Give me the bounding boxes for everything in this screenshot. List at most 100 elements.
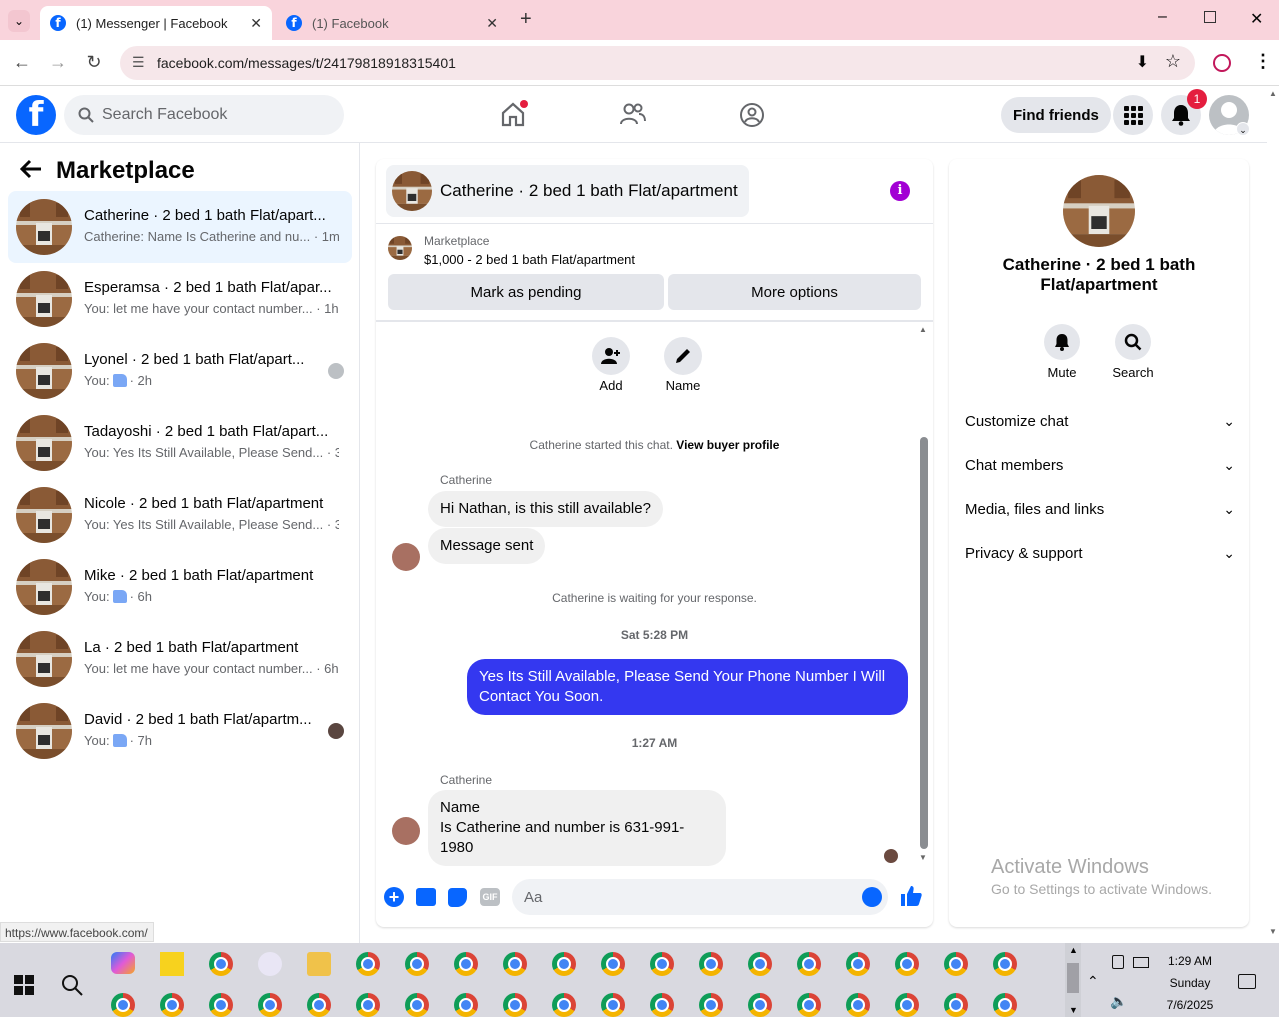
info-icon[interactable]: i <box>890 181 910 201</box>
home-icon[interactable] <box>500 100 528 127</box>
chrome-icon[interactable] <box>160 993 184 1017</box>
chrome-icon[interactable] <box>356 952 380 976</box>
chrome-icon[interactable] <box>503 952 527 976</box>
notification-center-icon[interactable] <box>1238 974 1256 989</box>
tab-list-button[interactable]: ⌄ <box>8 10 30 32</box>
chrome-icon[interactable] <box>699 952 723 976</box>
chrome-icon[interactable] <box>209 993 233 1017</box>
chrome-icon[interactable] <box>846 952 870 976</box>
more-options-button[interactable]: More options <box>668 274 921 310</box>
my-message-bubble[interactable]: Yes Its Still Available, Please Send You… <box>467 659 908 715</box>
account-chevron-icon[interactable]: ⌄ <box>1236 122 1250 136</box>
facebook-logo-icon[interactable]: f <box>16 95 56 135</box>
chrome-icon[interactable] <box>895 993 919 1017</box>
scroll-up-icon[interactable]: ▲ <box>919 325 927 334</box>
sticker-icon[interactable] <box>448 888 467 907</box>
chrome-icon[interactable] <box>552 952 576 976</box>
conversation-item[interactable]: Nicole · 2 bed 1 bath Flat/apartment You:… <box>8 479 352 551</box>
privacy-support-section[interactable]: Privacy & support ⌄ <box>965 545 1235 562</box>
volume-icon[interactable]: 🔈 <box>1110 993 1127 1010</box>
chrome-icon[interactable] <box>307 993 331 1017</box>
chat-profile-photo[interactable] <box>1063 175 1135 247</box>
message-input[interactable]: Aa <box>512 879 888 915</box>
show-hidden-icons-icon[interactable]: ⌃ <box>1087 973 1099 990</box>
add-person-button[interactable] <box>592 337 630 375</box>
catherine-avatar[interactable] <box>392 543 420 571</box>
chrome-icon[interactable] <box>895 952 919 976</box>
tab-messenger[interactable]: f (1) Messenger | Facebook ✕ <box>40 6 272 40</box>
conversation-item[interactable]: Lyonel · 2 bed 1 bath Flat/apart... You: ·… <box>8 335 352 407</box>
conversation-item[interactable]: David · 2 bed 1 bath Flat/apartm... You: ·… <box>8 695 352 767</box>
media-files-links-section[interactable]: Media, files and links ⌄ <box>965 501 1235 518</box>
install-app-icon[interactable]: ⬇ <box>1136 52 1149 72</box>
scroll-down-icon[interactable]: ▼ <box>919 853 927 862</box>
more-actions-icon[interactable]: + <box>384 887 404 907</box>
chrome-icon[interactable] <box>650 952 674 976</box>
browser-menu-icon[interactable]: ⋮ <box>1254 51 1272 72</box>
mute-button[interactable] <box>1044 324 1080 360</box>
chrome-icon[interactable] <box>454 993 478 1017</box>
chrome-icon[interactable] <box>797 993 821 1017</box>
customize-chat-section[interactable]: Customize chat ⌄ <box>965 413 1235 430</box>
chrome-icon[interactable] <box>552 993 576 1017</box>
scroll-up-icon[interactable]: ▲ <box>1069 945 1078 955</box>
chrome-icon[interactable] <box>601 993 625 1017</box>
listing-price[interactable]: $1,000 - 2 bed 1 bath Flat/apartment <box>424 252 635 267</box>
url-field[interactable]: ☰ facebook.com/messages/t/24179818918315… <box>120 46 1195 80</box>
display-icon[interactable] <box>1133 957 1149 968</box>
sticky-notes-icon[interactable] <box>160 952 184 976</box>
edit-name-button[interactable] <box>664 337 702 375</box>
chrome-icon[interactable] <box>699 993 723 1017</box>
chat-header[interactable]: Catherine · 2 bed 1 bath Flat/apartment <box>386 165 749 217</box>
minimize-window-icon[interactable]: – <box>1158 8 1167 26</box>
search-input[interactable]: Search Facebook <box>64 95 344 135</box>
page-scrollbar[interactable]: ▲ ▼ <box>1267 87 1279 943</box>
emoji-icon[interactable] <box>862 887 882 907</box>
chrome-icon[interactable] <box>993 993 1017 1017</box>
copilot-icon[interactable] <box>111 952 135 974</box>
chrome-icon[interactable] <box>748 952 772 976</box>
chrome-icon[interactable] <box>944 993 968 1017</box>
conversation-item[interactable]: La · 2 bed 1 bath Flat/apartment You: let… <box>8 623 352 695</box>
conversation-item[interactable]: Catherine · 2 bed 1 bath Flat/apart... Ca… <box>8 191 352 263</box>
menu-grid-button[interactable] <box>1113 95 1153 135</box>
scroll-up-icon[interactable]: ▲ <box>1269 89 1277 98</box>
new-tab-button[interactable]: + <box>520 8 532 31</box>
attach-photo-icon[interactable] <box>416 888 436 906</box>
message-bubble[interactable]: Hi Nathan, is this still available? <box>428 491 663 527</box>
message-bubble[interactable]: Name Is Catherine and number is 631-991-… <box>428 790 726 866</box>
view-buyer-profile-link[interactable]: View buyer profile <box>676 438 779 452</box>
profile-icon[interactable] <box>1213 54 1231 72</box>
close-tab-icon[interactable]: ✕ <box>250 15 262 32</box>
chrome-icon[interactable] <box>405 993 429 1017</box>
taskbar-search-icon[interactable] <box>60 973 84 997</box>
clock-day[interactable]: Sunday <box>1155 976 1225 990</box>
conversation-item[interactable]: Mike · 2 bed 1 bath Flat/apartment You: · … <box>8 551 352 623</box>
file-explorer-icon[interactable] <box>307 952 331 976</box>
friends-icon[interactable] <box>620 102 646 126</box>
chrome-icon[interactable] <box>405 952 429 976</box>
clock-date[interactable]: 7/6/2025 <box>1155 998 1225 1012</box>
back-arrow-icon[interactable] <box>20 159 42 179</box>
scroll-down-icon[interactable]: ▼ <box>1269 927 1277 936</box>
chrome-icon[interactable] <box>748 993 772 1017</box>
chrome-icon[interactable] <box>944 952 968 976</box>
gif-icon[interactable]: GIF <box>480 888 500 906</box>
chrome-icon[interactable] <box>503 993 527 1017</box>
taskbar-scroll[interactable]: ▲ ▼ <box>1065 943 1081 1017</box>
chrome-icon[interactable] <box>258 993 282 1017</box>
tab-facebook[interactable]: f (1) Facebook ✕ <box>276 6 508 40</box>
message-bubble[interactable]: Message sent <box>428 528 546 564</box>
chat-scrollbar[interactable]: ▲ ▼ <box>919 325 929 865</box>
site-settings-icon[interactable]: ☰ <box>132 54 145 71</box>
catherine-avatar[interactable] <box>392 817 420 845</box>
chrome-icon[interactable] <box>993 952 1017 976</box>
back-icon[interactable]: ← <box>10 52 34 73</box>
groups-icon[interactable] <box>739 102 765 128</box>
network-icon[interactable] <box>1112 955 1124 969</box>
chrome-icon[interactable] <box>797 952 821 976</box>
conversation-item[interactable]: Esperamsa · 2 bed 1 bath Flat/apar... You… <box>8 263 352 335</box>
scroll-down-icon[interactable]: ▼ <box>1069 1005 1078 1015</box>
forward-icon[interactable]: → <box>46 52 70 73</box>
chrome-icon[interactable] <box>209 952 233 976</box>
